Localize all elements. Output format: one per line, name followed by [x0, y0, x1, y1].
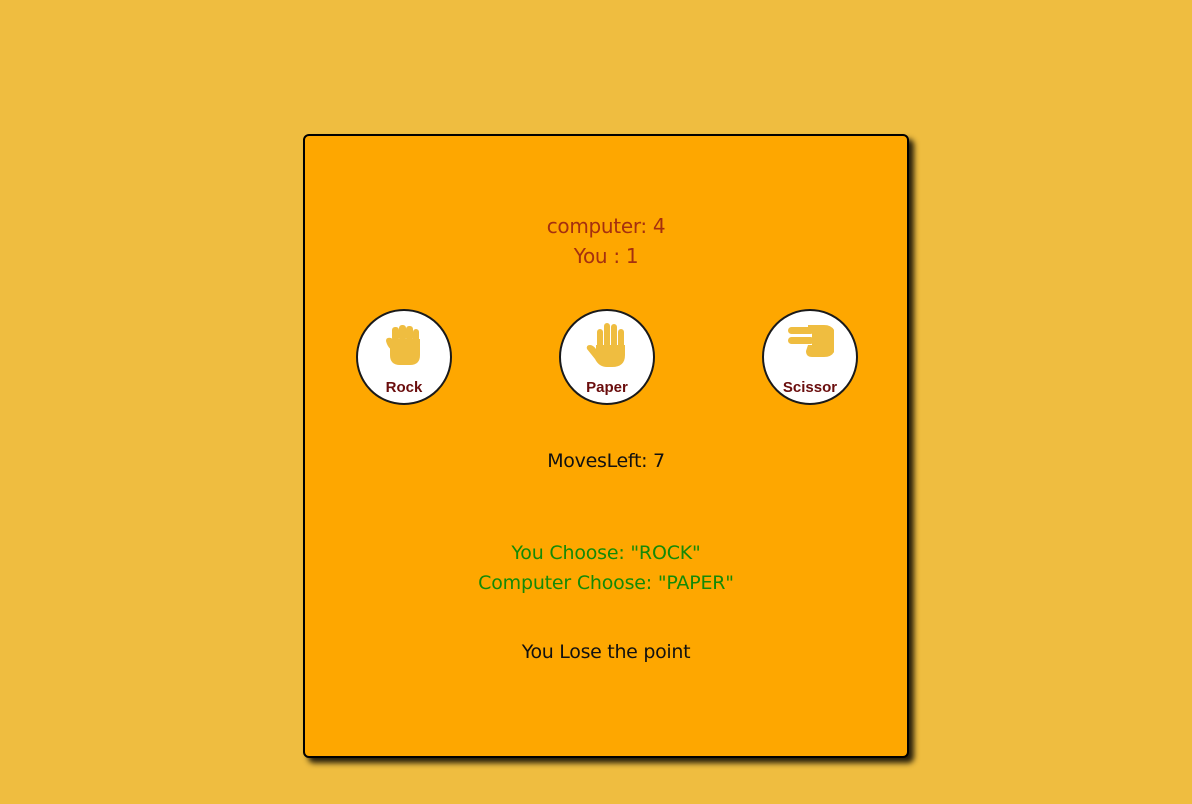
- round-result: You Lose the point: [521, 641, 691, 663]
- moves-left-value: 7: [652, 450, 665, 472]
- scissor-button[interactable]: Scissor: [762, 309, 858, 405]
- computer-score: computer: 4: [546, 214, 666, 238]
- fist-icon: [386, 325, 420, 365]
- moves-left: MovesLeft: 7: [305, 450, 907, 472]
- paper-label: Paper: [586, 379, 628, 396]
- player-score: You : 1: [573, 244, 639, 268]
- paper-button[interactable]: Paper: [559, 309, 655, 405]
- scissor-label: Scissor: [782, 379, 838, 396]
- computer-choice: Computer Choose: "PAPER": [478, 572, 734, 594]
- victory-hand-icon: [788, 325, 834, 357]
- moves-left-label: MovesLeft:: [547, 450, 648, 472]
- rock-label: Rock: [385, 379, 423, 396]
- player-choice: You Choose: "ROCK": [511, 542, 701, 564]
- raised-hand-icon: [586, 323, 625, 367]
- rock-button[interactable]: Rock: [356, 309, 452, 405]
- game-board: computer: 4 You : 1 Rock Paper Scissor M…: [303, 134, 909, 758]
